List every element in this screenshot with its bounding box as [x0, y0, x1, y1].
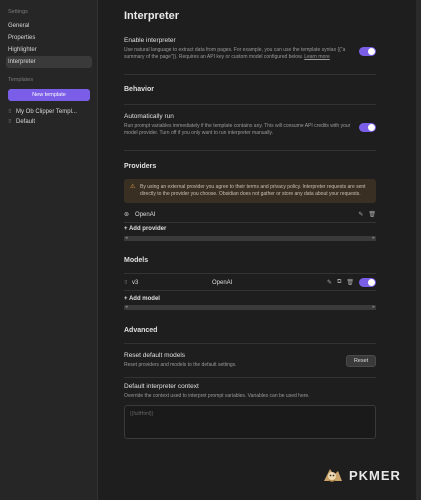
- providers-title: Providers: [124, 163, 157, 171]
- settings-heading: Settings: [8, 9, 28, 15]
- divider: [124, 289, 376, 291]
- drag-handle-icon[interactable]: ⠿: [8, 109, 16, 115]
- model-row: ⠿ v3 OpenAI ✎ ⧉ 🗑: [124, 276, 376, 290]
- template-item[interactable]: ⠿ My Ob Clipper Templ...: [8, 107, 89, 117]
- divider: [124, 272, 376, 274]
- auto-run-setting: Automatically run Run prompt variables i…: [124, 113, 376, 136]
- providers-scrollbar[interactable]: ◂ ▸: [124, 235, 376, 241]
- template-label: My Ob Clipper Templ...: [16, 109, 77, 115]
- openai-icon: ⊛: [124, 212, 130, 219]
- sidebar-item-general[interactable]: General: [8, 20, 89, 32]
- auto-run-toggle[interactable]: [359, 123, 376, 133]
- templates-heading: Templates: [8, 77, 34, 83]
- setting-name: Reset default models: [124, 351, 186, 359]
- models-scrollbar[interactable]: ◂ ▸: [124, 304, 376, 310]
- divider: [124, 150, 376, 152]
- context-textarea[interactable]: {{fullHtml}}: [124, 405, 376, 440]
- model-name: v3: [132, 279, 139, 286]
- add-provider-button[interactable]: + Add provider: [124, 226, 421, 232]
- divider: [124, 104, 376, 106]
- sidebar-item-properties[interactable]: Properties: [8, 32, 89, 44]
- edit-icon[interactable]: ✎: [358, 211, 363, 218]
- interpreter-context-setting: Default interpreter context Override the…: [124, 383, 376, 440]
- setting-name: Automatically run: [124, 113, 174, 121]
- template-item[interactable]: ⠿ Default: [8, 117, 89, 127]
- pkmer-watermark: PKMER: [320, 463, 401, 487]
- provider-row: ⊛ OpenAI ✎ 🗑: [124, 208, 376, 222]
- setting-name: Default interpreter context: [124, 382, 199, 390]
- trash-icon[interactable]: 🗑: [346, 279, 354, 286]
- enable-interpreter-setting: Enable interpreter Use natural language …: [124, 37, 376, 60]
- sidebar-item-interpreter[interactable]: Interpreter: [6, 56, 92, 68]
- divider: [124, 342, 376, 344]
- settings-content: Interpreter Enable interpreter Use natur…: [108, 0, 421, 500]
- provider-name: OpenAI: [135, 211, 156, 218]
- copy-icon[interactable]: ⧉: [337, 279, 341, 286]
- edit-icon[interactable]: ✎: [327, 279, 332, 286]
- model-toggle[interactable]: [359, 278, 376, 288]
- provider-warning: ⚠ By using an external provider you agre…: [124, 179, 376, 203]
- setting-desc: Override the context used to interpret p…: [124, 392, 310, 399]
- divider: [124, 221, 376, 223]
- setting-desc: Run prompt variables immediately if the …: [124, 123, 351, 136]
- divider: [124, 74, 376, 76]
- add-model-button[interactable]: + Add model: [124, 296, 421, 302]
- pkmer-text: PKMER: [349, 467, 401, 483]
- drag-handle-icon[interactable]: ⠿: [8, 119, 16, 125]
- setting-desc: Reset providers and models to the defaul…: [124, 361, 237, 368]
- enable-interpreter-toggle[interactable]: [359, 47, 376, 56]
- warning-icon: ⚠: [130, 184, 136, 191]
- drag-handle-icon[interactable]: ⠿: [124, 280, 132, 286]
- sidebar-item-highlighter[interactable]: Highlighter: [8, 44, 89, 56]
- template-label: Default: [16, 119, 36, 125]
- reset-button[interactable]: Reset: [346, 354, 376, 367]
- models-title: Models: [124, 256, 149, 264]
- pkmer-logo-icon: [320, 463, 344, 487]
- page-title: Interpreter: [124, 10, 180, 22]
- main-scrollbar[interactable]: [416, 0, 421, 500]
- model-provider: OpenAI: [212, 279, 233, 286]
- learn-more-link[interactable]: Learn more: [304, 54, 330, 60]
- setting-name: Enable interpreter: [124, 37, 176, 44]
- settings-sidebar: Settings General Properties Highlighter …: [0, 0, 98, 500]
- advanced-title: Advanced: [124, 326, 158, 334]
- trash-icon[interactable]: 🗑: [368, 211, 376, 218]
- divider: [124, 376, 376, 378]
- setting-desc: Use natural language to extract data fro…: [124, 47, 346, 60]
- behavior-title: Behavior: [124, 86, 154, 94]
- reset-models-setting: Reset default models Reset providers and…: [124, 352, 376, 369]
- new-template-button[interactable]: New template: [8, 89, 90, 101]
